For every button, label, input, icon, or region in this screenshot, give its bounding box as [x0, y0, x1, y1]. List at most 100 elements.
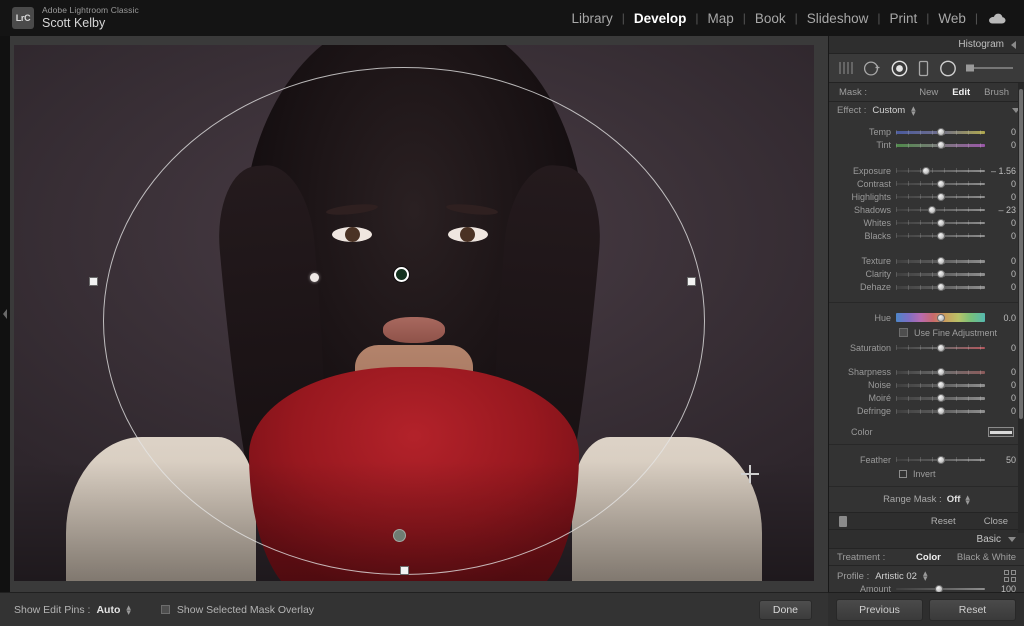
slider-track[interactable] — [896, 217, 985, 228]
radial-mask-center-pin[interactable] — [393, 529, 406, 542]
slider-knob[interactable] — [922, 166, 931, 175]
slider-value[interactable]: 0 — [990, 127, 1016, 137]
slider-track[interactable] — [896, 342, 985, 353]
photo-preview[interactable] — [14, 45, 814, 581]
slider-dehaze[interactable]: Dehaze 0 — [837, 282, 1016, 294]
slider-value[interactable]: 0 — [990, 231, 1016, 241]
slider-saturation[interactable]: Saturation 0 — [837, 342, 1016, 354]
slider-knob[interactable] — [936, 455, 945, 464]
slider-value[interactable]: 0 — [990, 192, 1016, 202]
slider-blacks[interactable]: Blacks 0 — [837, 230, 1016, 242]
spot-removal-icon[interactable] — [863, 60, 882, 77]
brush-size-slider-icon[interactable] — [966, 62, 1014, 74]
slider-track[interactable] — [896, 178, 985, 189]
previous-button[interactable]: Previous — [836, 598, 923, 621]
done-button[interactable]: Done — [758, 600, 812, 620]
selected-edit-pin[interactable] — [394, 267, 409, 282]
slider-shadows[interactable]: Shadows – 23 — [837, 204, 1016, 216]
slider-defringe[interactable]: Defringe 0 — [837, 406, 1016, 418]
color-swatch[interactable] — [988, 426, 1014, 437]
effect-stepper-icon[interactable]: ▴ ▾ — [911, 103, 916, 117]
reset-button[interactable]: Reset — [929, 598, 1016, 621]
slider-noise[interactable]: Noise 0 — [837, 380, 1016, 392]
treatment-bw-button[interactable]: Black & White — [949, 552, 1024, 563]
left-panel-toggle[interactable] — [0, 36, 10, 592]
slider-value[interactable]: 0 — [990, 380, 1016, 390]
slider-value[interactable]: 0 — [990, 406, 1016, 416]
slider-track[interactable] — [896, 380, 985, 391]
slider-hue[interactable]: Hue 0.0 — [837, 311, 1016, 324]
mask-reset-button[interactable]: Reset — [925, 516, 962, 527]
slider-knob[interactable] — [936, 192, 945, 201]
right-panel-scrollbar[interactable] — [1018, 83, 1024, 533]
show-mask-overlay-control[interactable]: Show Selected Mask Overlay — [160, 604, 314, 616]
profile-value[interactable]: Artistic 02 — [875, 571, 917, 582]
slider-knob[interactable] — [936, 128, 945, 137]
range-mask-value[interactable]: Off — [947, 494, 961, 505]
slider-knob[interactable] — [936, 257, 945, 266]
panel-switch-icon[interactable] — [839, 515, 847, 527]
slider-track[interactable] — [896, 406, 985, 417]
mask-close-button[interactable]: Close — [978, 516, 1014, 527]
slider-knob[interactable] — [936, 270, 945, 279]
slider-track[interactable] — [896, 367, 985, 378]
slider-value[interactable]: 0 — [990, 282, 1016, 292]
slider-track[interactable] — [896, 127, 985, 138]
checkbox-icon[interactable] — [899, 470, 907, 478]
slider-knob[interactable] — [936, 283, 945, 292]
slider-knob[interactable] — [936, 141, 945, 150]
module-web[interactable]: Web — [929, 11, 975, 26]
slider-knob[interactable] — [936, 231, 945, 240]
slider-moire[interactable]: Moiré 0 — [837, 393, 1016, 405]
masking-icon[interactable] — [891, 60, 908, 77]
slider-value[interactable]: – 23 — [990, 205, 1016, 215]
slider-value[interactable]: 0 — [990, 393, 1016, 403]
scrollbar-thumb[interactable] — [1019, 89, 1023, 419]
slider-value[interactable]: 0 — [990, 367, 1016, 377]
stepper-icon[interactable]: ▴▾ — [126, 602, 131, 616]
slider-value[interactable]: 0 — [990, 269, 1016, 279]
mask-edit-button[interactable]: Edit — [945, 87, 977, 98]
slider-value[interactable]: 0 — [990, 218, 1016, 228]
slider-temp[interactable]: Temp 0 — [837, 127, 1016, 139]
module-print[interactable]: Print — [880, 11, 926, 26]
mask-brush-button[interactable]: Brush — [977, 87, 1016, 98]
module-book[interactable]: Book — [746, 11, 795, 26]
checkbox-icon[interactable] — [160, 605, 170, 614]
slider-highlights[interactable]: Highlights 0 — [837, 191, 1016, 203]
slider-value[interactable]: – 1.56 — [990, 166, 1016, 176]
slider-track[interactable] — [896, 282, 985, 293]
stepper-icon[interactable]: ▴▾ — [965, 492, 970, 506]
mask-handle-bottom[interactable] — [400, 566, 409, 575]
slider-knob[interactable] — [936, 394, 945, 403]
treatment-color-button[interactable]: Color — [908, 552, 949, 563]
slider-knob[interactable] — [936, 179, 945, 188]
slider-track[interactable] — [896, 312, 985, 324]
range-mask-row[interactable]: Range Mask : Off ▴ ▾ — [829, 486, 1024, 512]
slider-track[interactable] — [896, 165, 985, 176]
module-map[interactable]: Map — [699, 11, 743, 26]
slider-track[interactable] — [896, 393, 985, 404]
slider-value[interactable]: 50 — [990, 455, 1016, 465]
use-fine-adjustment-row[interactable]: Use Fine Adjustment — [837, 326, 1016, 341]
slider-value[interactable]: 0 — [990, 140, 1016, 150]
slider-track[interactable] — [896, 454, 985, 465]
profile-browser-icon[interactable] — [1004, 570, 1016, 582]
mask-color-row[interactable]: Color — [829, 423, 1024, 441]
linear-gradient-icon[interactable] — [917, 60, 930, 77]
slider-track[interactable] — [896, 269, 985, 280]
slider-track[interactable] — [896, 191, 985, 202]
slider-knob[interactable] — [936, 313, 945, 322]
cloud-sync-icon[interactable] — [978, 13, 1010, 24]
slider-knob[interactable] — [928, 205, 937, 214]
stepper-icon[interactable]: ▴▾ — [923, 569, 928, 583]
slider-track[interactable] — [896, 256, 985, 267]
image-canvas-area[interactable] — [0, 36, 828, 592]
invert-row[interactable]: Invert — [837, 467, 1016, 482]
slider-feather[interactable]: Feather 50 — [837, 454, 1016, 466]
slider-value[interactable]: 0 — [990, 343, 1016, 353]
module-slideshow[interactable]: Slideshow — [798, 11, 878, 26]
slider-sharpness[interactable]: Sharpness 0 — [837, 367, 1016, 379]
slider-value[interactable]: 0 — [990, 256, 1016, 266]
radial-gradient-icon[interactable] — [939, 60, 957, 77]
